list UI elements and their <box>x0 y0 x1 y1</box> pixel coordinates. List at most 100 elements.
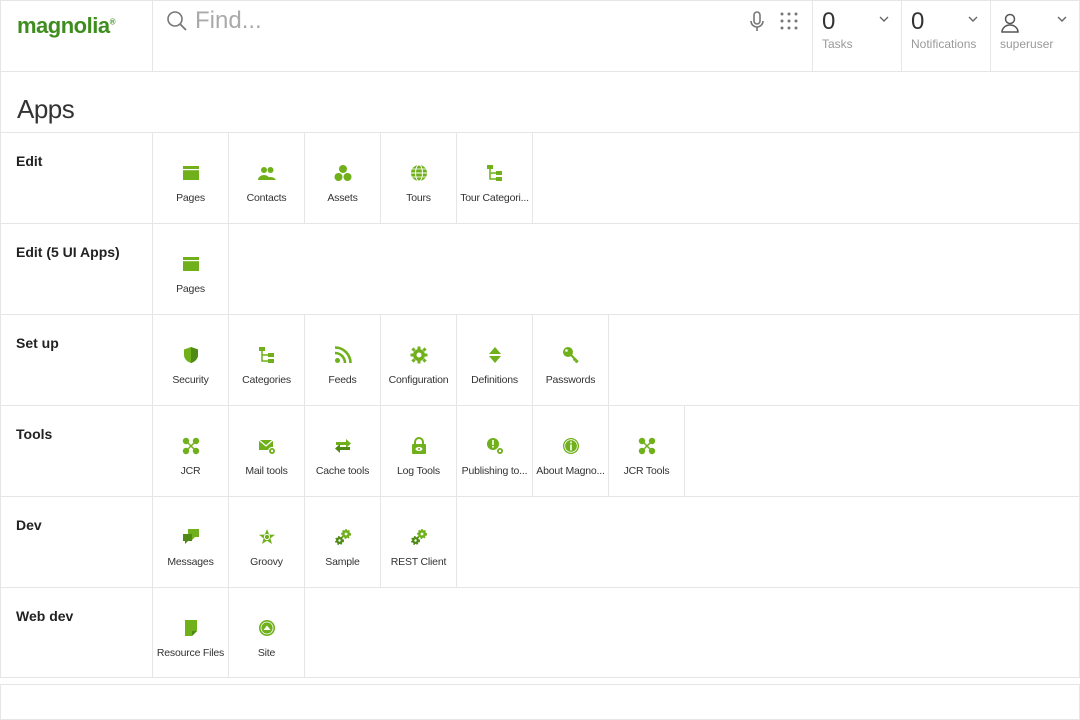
app-tile-label: Tours <box>406 192 431 204</box>
chevron-down-icon <box>879 16 889 22</box>
app-group-dev: Dev Messages Groovy Sample REST Client <box>0 496 1080 587</box>
jcr-icon <box>182 437 200 455</box>
app-groups: Edit Pages Contacts Assets Tours Tour Categor… <box>0 132 1080 678</box>
app-tiles: Messages Groovy Sample REST Client <box>153 497 457 587</box>
tasks-count: 0 <box>822 8 836 35</box>
app-tile-configuration[interactable]: Configuration <box>381 315 457 405</box>
apps-title-bar: Apps <box>0 72 1080 133</box>
app-tile-mail-tools[interactable]: Mail tools <box>229 406 305 496</box>
group-label: Dev <box>1 497 153 587</box>
app-tile-sample[interactable]: Sample <box>305 497 381 587</box>
search-icon <box>167 11 187 31</box>
app-tile-label: Assets <box>327 192 358 204</box>
app-tile-rest-client[interactable]: REST Client <box>381 497 457 587</box>
app-tile-label: Pages <box>176 283 205 295</box>
tree-icon <box>486 164 504 182</box>
app-tile-site[interactable]: Site <box>229 588 305 678</box>
key-icon <box>562 346 580 364</box>
notifications-count: 0 <box>911 8 925 35</box>
app-tile-resource-files[interactable]: Resource Files <box>153 588 229 678</box>
app-header: magnolia® 0 Tasks 0 Notifications superu… <box>0 0 1080 72</box>
app-tile-label: Log Tools <box>397 465 440 477</box>
app-tile-label: Mail tools <box>245 465 288 477</box>
gear-icon <box>410 346 428 364</box>
groovy-icon <box>258 528 276 546</box>
logo-text: magnolia® <box>17 13 116 38</box>
contacts-icon <box>257 164 276 182</box>
user-name: superuser <box>1000 37 1054 51</box>
app-tile-label: Tour Categori... <box>460 192 529 204</box>
app-tile-contacts[interactable]: Contacts <box>229 133 305 223</box>
user-menu[interactable]: superuser <box>991 1 1079 71</box>
app-tile-label: Definitions <box>471 374 518 386</box>
app-tile-publishing-to[interactable]: Publishing to... <box>457 406 533 496</box>
app-tile-tour-categori[interactable]: Tour Categori... <box>457 133 533 223</box>
app-tile-label: REST Client <box>390 556 447 568</box>
gears-icon <box>334 528 352 546</box>
app-tiles: JCR Mail tools Cache tools Log Tools Publish… <box>153 406 685 496</box>
group-label: Web dev <box>1 588 153 677</box>
messages-icon <box>182 528 200 546</box>
pages-icon <box>182 255 200 273</box>
app-group-set-up: Set up Security Categories Feeds Configurati… <box>0 314 1080 405</box>
app-tile-label: Categories <box>242 374 291 386</box>
footer-bar <box>0 684 1080 720</box>
group-label: Set up <box>1 315 153 405</box>
app-tile-label: JCR <box>180 465 201 477</box>
app-tiles: Resource Files Site <box>153 588 305 678</box>
app-tile-groovy[interactable]: Groovy <box>229 497 305 587</box>
app-tile-feeds[interactable]: Feeds <box>305 315 381 405</box>
microphone-icon[interactable] <box>749 11 765 33</box>
app-tile-passwords[interactable]: Passwords <box>533 315 609 405</box>
rss-icon <box>334 346 352 364</box>
app-tile-label: Security <box>172 374 209 386</box>
tasks-indicator[interactable]: 0 Tasks <box>813 1 902 71</box>
notifications-indicator[interactable]: 0 Notifications <box>902 1 991 71</box>
publishing-icon <box>486 437 504 455</box>
app-tile-log-tools[interactable]: Log Tools <box>381 406 457 496</box>
app-tile-messages[interactable]: Messages <box>153 497 229 587</box>
assets-icon <box>334 164 352 182</box>
app-tile-tours[interactable]: Tours <box>381 133 457 223</box>
group-label: Tools <box>1 406 153 496</box>
globe-icon <box>410 164 428 182</box>
app-tile-definitions[interactable]: Definitions <box>457 315 533 405</box>
jcr-icon <box>638 437 656 455</box>
tasks-label: Tasks <box>822 37 853 51</box>
shield-icon <box>182 346 200 364</box>
tree-icon <box>258 346 276 364</box>
chevron-down-icon <box>968 16 978 22</box>
app-tile-assets[interactable]: Assets <box>305 133 381 223</box>
app-tile-jcr-tools[interactable]: JCR Tools <box>609 406 685 496</box>
app-tile-label: Pages <box>176 192 205 204</box>
group-label: Edit (5 UI Apps) <box>1 224 153 314</box>
logo[interactable]: magnolia® <box>1 1 153 71</box>
info-icon <box>562 437 580 455</box>
app-launcher-icon[interactable] <box>779 11 799 31</box>
cache-icon <box>334 437 352 455</box>
app-tiles: Pages <box>153 224 229 314</box>
app-tile-pages[interactable]: Pages <box>153 133 229 223</box>
chevron-down-icon <box>1057 16 1067 22</box>
site-icon <box>258 619 276 637</box>
app-tile-cache-tools[interactable]: Cache tools <box>305 406 381 496</box>
app-tile-pages[interactable]: Pages <box>153 224 229 314</box>
app-tile-label: Contacts <box>246 192 287 204</box>
app-tile-label: Messages <box>167 556 214 568</box>
group-label: Edit <box>1 133 153 223</box>
file-icon <box>182 619 200 637</box>
gears-icon <box>410 528 428 546</box>
app-tile-label: Groovy <box>250 556 283 568</box>
app-tile-categories[interactable]: Categories <box>229 315 305 405</box>
app-tile-security[interactable]: Security <box>153 315 229 405</box>
user-icon <box>1001 13 1019 33</box>
mail-icon <box>258 437 276 455</box>
app-tile-label: About Magno... <box>536 465 605 477</box>
app-group-edit-5-ui-apps: Edit (5 UI Apps) Pages <box>0 223 1080 314</box>
pages-icon <box>182 164 200 182</box>
app-tile-jcr[interactable]: JCR <box>153 406 229 496</box>
search-input[interactable] <box>195 7 735 35</box>
app-tile-label: Passwords <box>545 374 596 386</box>
app-tile-label: Cache tools <box>315 465 370 477</box>
app-tile-about-magno[interactable]: About Magno... <box>533 406 609 496</box>
